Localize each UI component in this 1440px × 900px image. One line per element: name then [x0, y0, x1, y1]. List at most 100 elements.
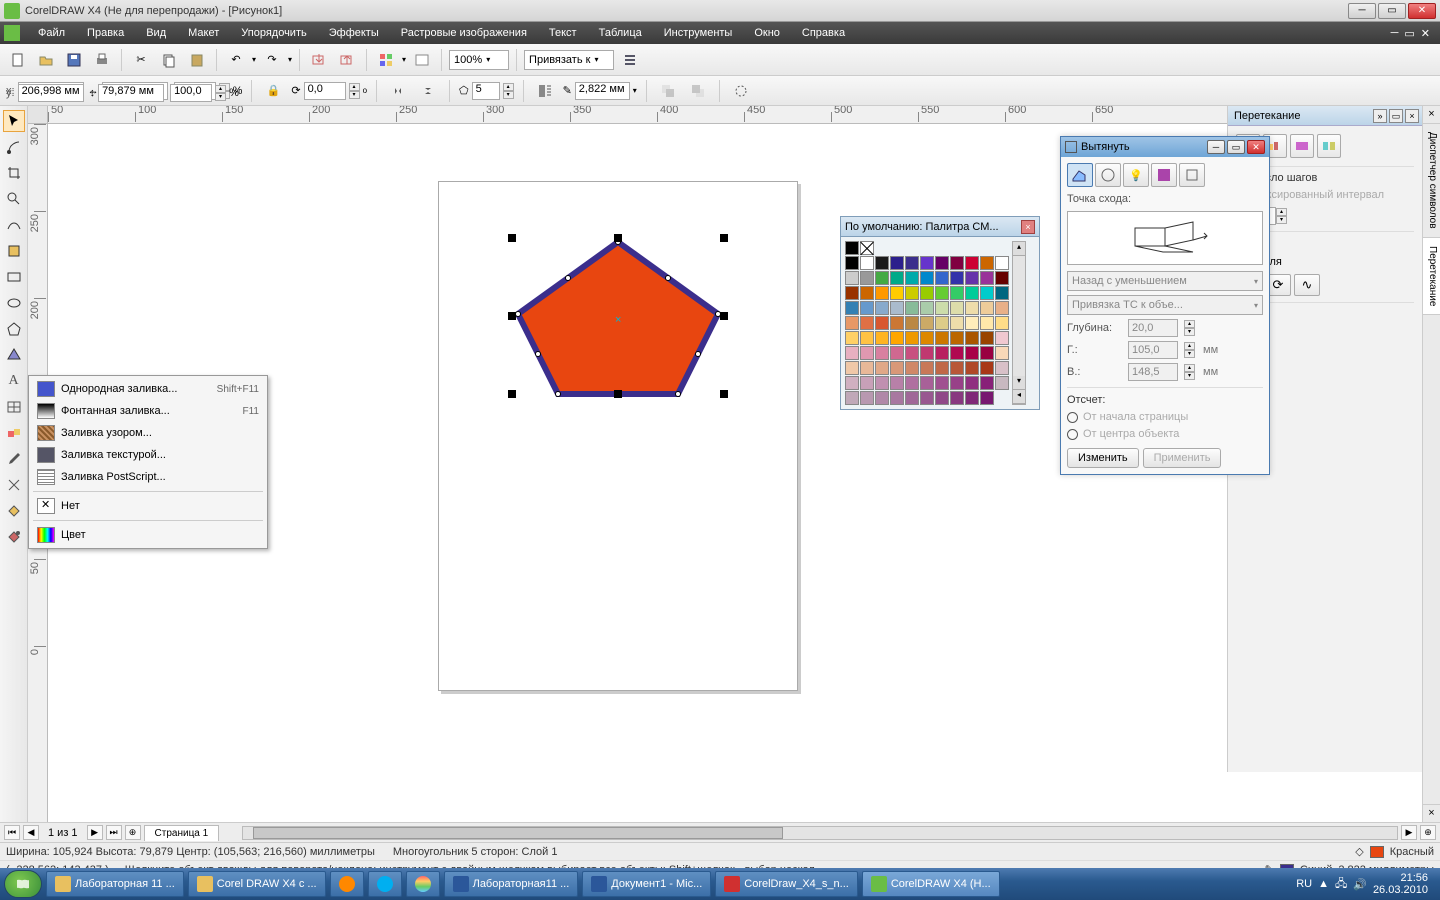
color-swatch[interactable] — [935, 346, 949, 360]
options-button[interactable] — [618, 48, 642, 72]
color-swatch[interactable] — [845, 316, 859, 330]
no-fill-swatch[interactable] — [860, 241, 874, 255]
extrude-tab-preset[interactable] — [1067, 163, 1093, 187]
color-swatch[interactable] — [995, 286, 1009, 300]
redo-button[interactable]: ↷ — [260, 48, 284, 72]
menu-text[interactable]: Текст — [539, 24, 587, 42]
color-swatch[interactable] — [875, 286, 889, 300]
color-swatch[interactable] — [995, 301, 1009, 315]
h-spinner[interactable]: ▴▾ — [1184, 342, 1195, 358]
maximize-button[interactable]: ▭ — [1378, 3, 1406, 19]
fill-color-chip[interactable] — [1370, 846, 1384, 858]
palette-titlebar[interactable]: По умолчанию: Палитра СМ... × — [841, 217, 1039, 237]
color-swatch[interactable] — [860, 376, 874, 390]
extrude-close[interactable]: ✕ — [1247, 140, 1265, 154]
color-swatch[interactable] — [950, 391, 964, 405]
color-swatch[interactable] — [995, 331, 1009, 345]
taskbar-item[interactable] — [368, 871, 402, 897]
sy-spinner[interactable]: ▴▾ — [215, 85, 226, 101]
color-swatch[interactable] — [980, 376, 994, 390]
uniform-fill-item[interactable]: Однородная заливка...Shift+F11 — [31, 378, 265, 400]
fill-indicator-icon[interactable]: ◇ — [1355, 845, 1363, 858]
color-swatch[interactable] — [965, 271, 979, 285]
color-swatch[interactable] — [845, 391, 859, 405]
menu-effects[interactable]: Эффекты — [319, 24, 389, 42]
color-swatch[interactable] — [950, 271, 964, 285]
mdi-close[interactable]: ✕ — [1421, 27, 1430, 40]
minimize-button[interactable]: ─ — [1348, 3, 1376, 19]
page-tab-1[interactable]: Страница 1 — [144, 825, 220, 841]
color-swatch[interactable] — [890, 286, 904, 300]
color-swatch[interactable] — [905, 256, 919, 270]
color-swatch[interactable] — [905, 331, 919, 345]
docker-collapse-button[interactable]: » — [1373, 109, 1387, 123]
pentagon-shape[interactable]: × — [508, 234, 728, 404]
color-fill-item[interactable]: Цвет — [31, 524, 265, 546]
color-swatch[interactable] — [845, 301, 859, 315]
ellipse-tool[interactable] — [3, 292, 25, 314]
color-swatch[interactable] — [905, 376, 919, 390]
color-swatch[interactable] — [905, 301, 919, 315]
tray-icon[interactable]: ▲ — [1318, 878, 1329, 890]
extrude-snap-select[interactable]: Привязка ТС к объе...▾ — [1067, 295, 1263, 315]
color-swatch[interactable] — [965, 316, 979, 330]
sel-handle-e[interactable] — [720, 312, 728, 320]
prev-page-button[interactable]: ◀ — [23, 825, 39, 840]
mdi-minimize[interactable]: ─ — [1391, 27, 1399, 40]
color-swatch[interactable] — [980, 361, 994, 375]
postscript-fill-item[interactable]: Заливка PostScript... — [31, 466, 265, 488]
extrude-titlebar[interactable]: Вытянуть ─ ▭ ✕ — [1061, 137, 1269, 157]
docker-tab-blend[interactable]: Перетекание — [1423, 238, 1440, 315]
menu-help[interactable]: Справка — [792, 24, 855, 42]
outline-tool[interactable] — [3, 474, 25, 496]
docker-tab-symbols[interactable]: Диспетчер символов — [1423, 124, 1440, 238]
import-button[interactable] — [307, 48, 331, 72]
wrap-text-button[interactable] — [533, 79, 557, 103]
color-swatch[interactable] — [980, 346, 994, 360]
ref-page-radio[interactable]: От начала страницы — [1067, 411, 1263, 423]
export-button[interactable] — [335, 48, 359, 72]
extrude-dialog[interactable]: Вытянуть ─ ▭ ✕ 💡 Точка схода: Назад с ум… — [1060, 136, 1270, 475]
sel-handle-ne[interactable] — [720, 234, 728, 242]
color-swatch[interactable] — [965, 256, 979, 270]
color-swatch[interactable] — [875, 271, 889, 285]
extrude-minimize[interactable]: ─ — [1207, 140, 1225, 154]
angle-input[interactable]: 0,0 — [304, 82, 346, 100]
extrude-v-input[interactable] — [1128, 363, 1178, 381]
color-swatch[interactable] — [980, 271, 994, 285]
fill-tool[interactable] — [3, 500, 25, 522]
color-swatch[interactable] — [950, 361, 964, 375]
rotate-path-button[interactable]: ∿ — [1294, 274, 1320, 296]
to-back-button[interactable] — [686, 79, 710, 103]
color-swatch[interactable] — [950, 301, 964, 315]
paste-button[interactable] — [185, 48, 209, 72]
menu-arrange[interactable]: Упорядочить — [231, 24, 316, 42]
color-swatch[interactable] — [920, 376, 934, 390]
docker-tabs-close[interactable]: × — [1423, 106, 1440, 124]
color-swatch[interactable] — [920, 316, 934, 330]
crop-tool[interactable] — [3, 162, 25, 184]
undo-button[interactable]: ↶ — [224, 48, 248, 72]
y-input[interactable]: 206,998 мм — [18, 84, 84, 102]
color-swatch[interactable] — [980, 256, 994, 270]
start-button[interactable] — [4, 870, 42, 898]
extrude-tab-rotation[interactable] — [1095, 163, 1121, 187]
close-button[interactable]: ✕ — [1408, 3, 1436, 19]
extrude-tab-bevel[interactable] — [1179, 163, 1205, 187]
color-swatch[interactable] — [965, 286, 979, 300]
color-swatch[interactable] — [920, 286, 934, 300]
freehand-tool[interactable] — [3, 214, 25, 236]
color-swatch[interactable] — [965, 346, 979, 360]
color-swatch[interactable] — [905, 271, 919, 285]
color-swatch[interactable] — [965, 361, 979, 375]
palette-scrollbar[interactable]: ▴▾◂ — [1012, 241, 1026, 405]
text-tool[interactable]: A — [3, 370, 25, 392]
color-swatch[interactable] — [950, 286, 964, 300]
color-swatch[interactable] — [860, 346, 874, 360]
welcome-button[interactable] — [410, 48, 434, 72]
last-page-button[interactable]: ⏭ — [106, 825, 122, 840]
color-swatch[interactable] — [920, 331, 934, 345]
extrude-type-select[interactable]: Назад с уменьшением▾ — [1067, 271, 1263, 291]
cut-button[interactable]: ✂ — [129, 48, 153, 72]
color-swatch[interactable] — [935, 331, 949, 345]
